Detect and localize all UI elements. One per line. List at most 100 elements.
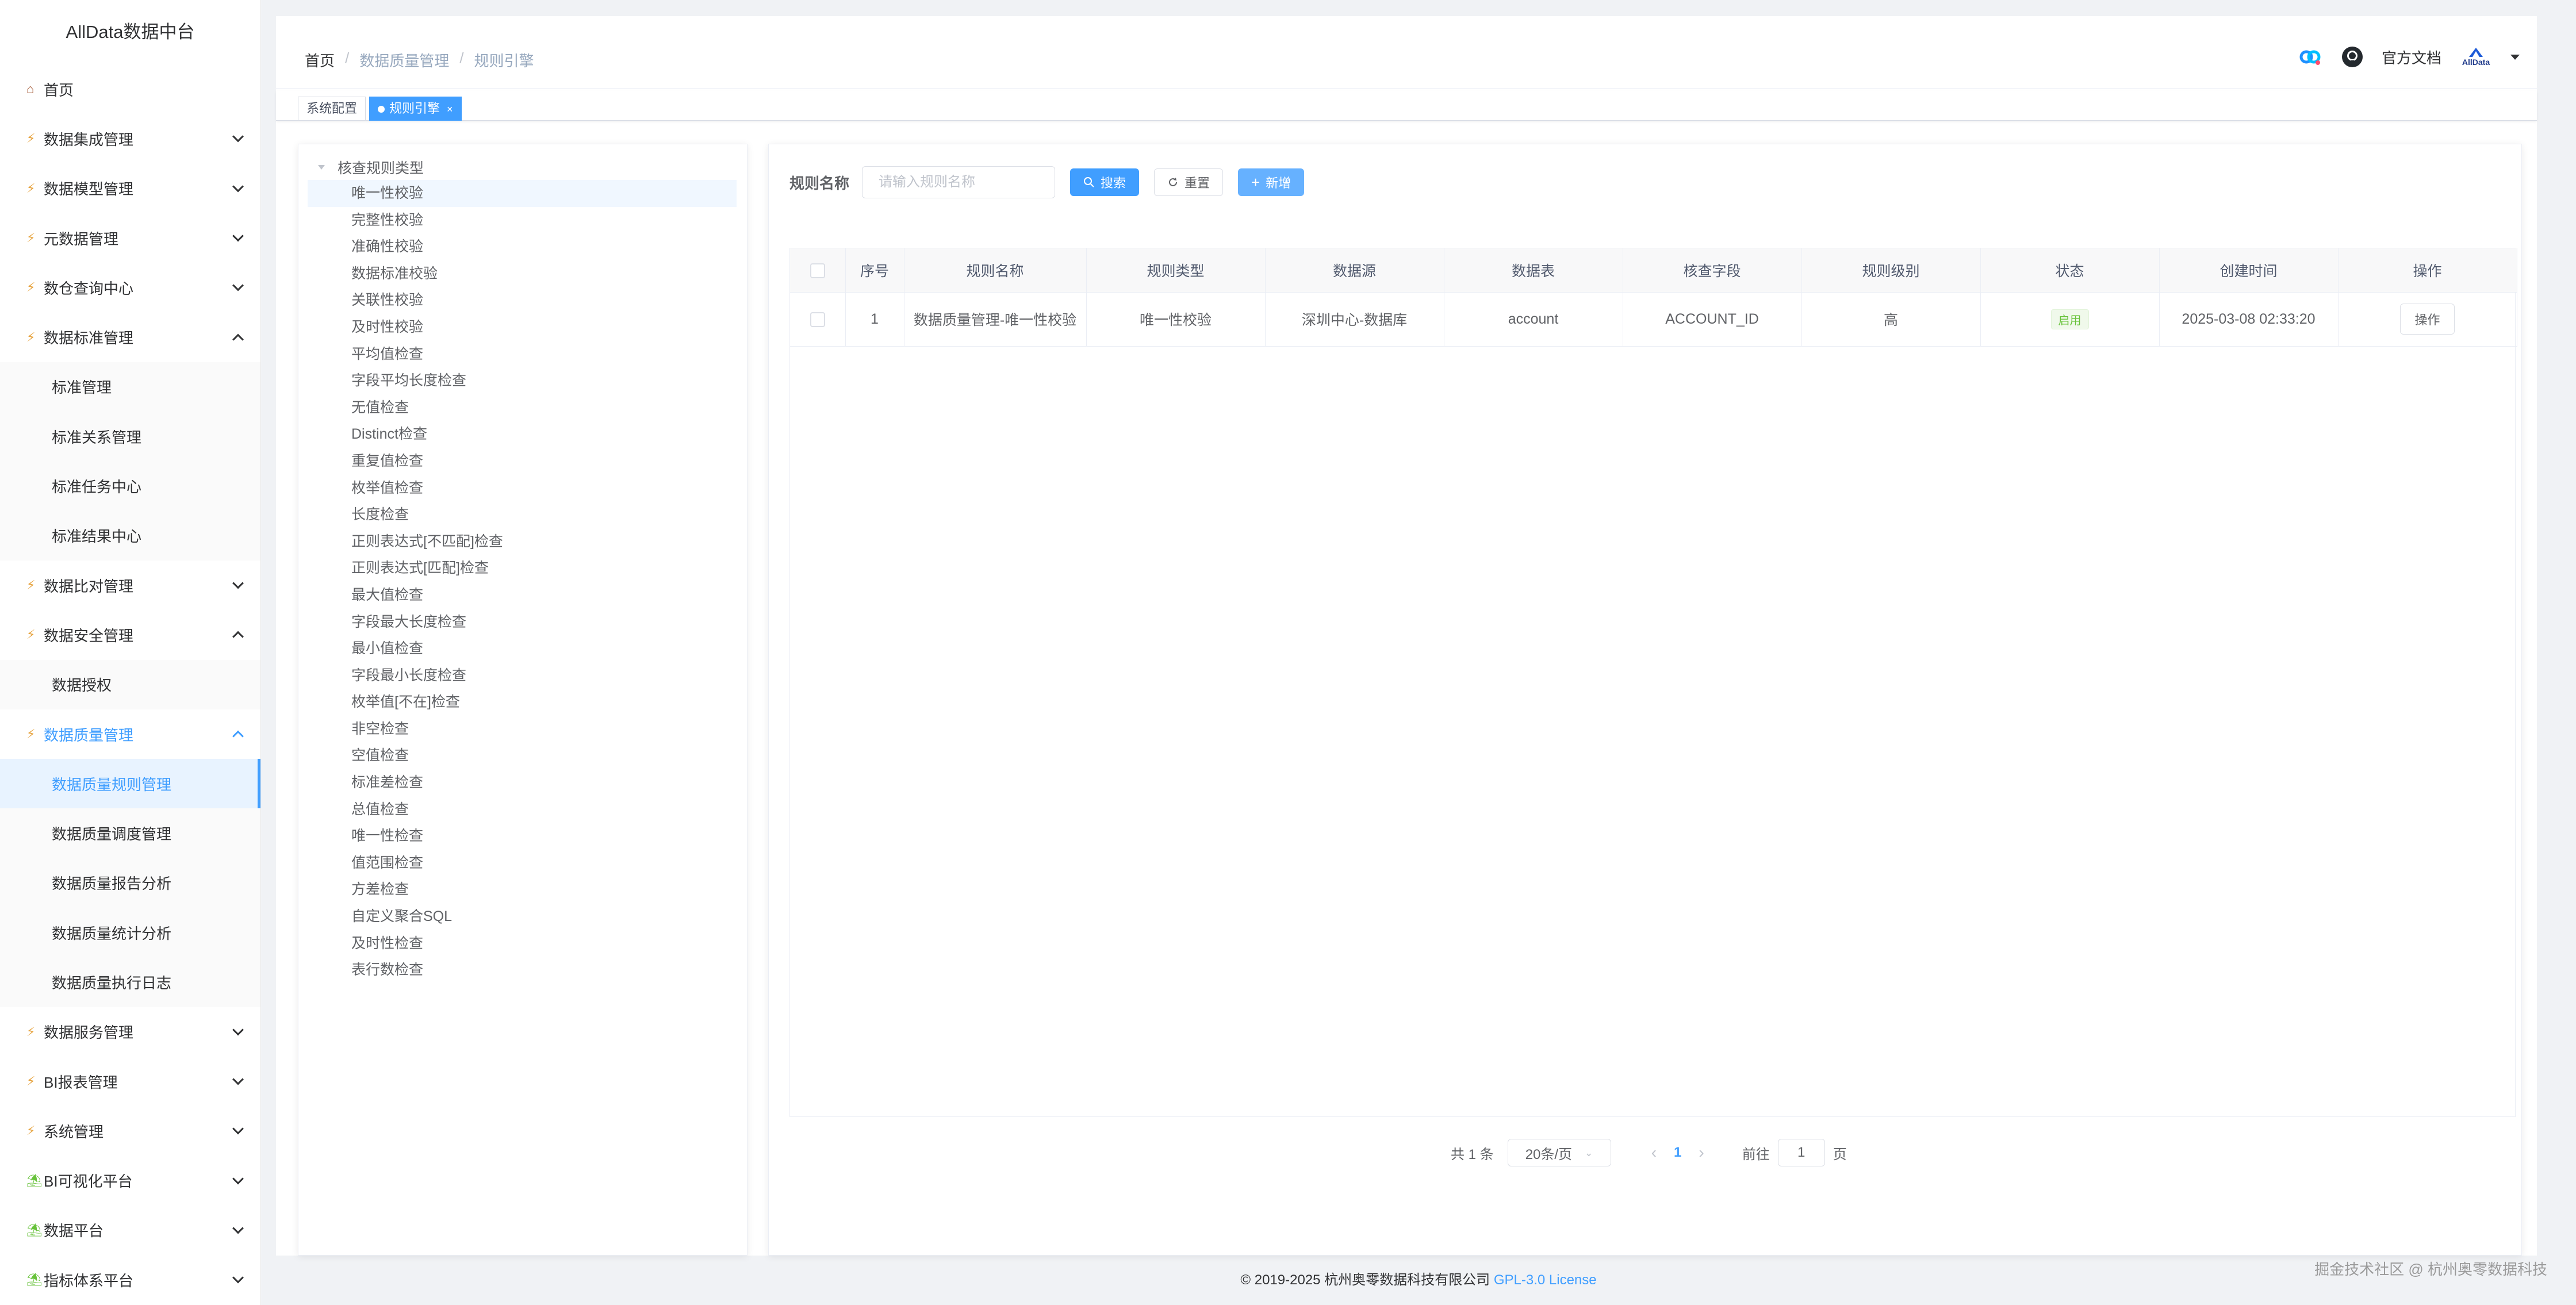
tree-root[interactable]: 核查规则类型	[318, 157, 424, 178]
next-page-icon[interactable]: ›	[1699, 1143, 1704, 1162]
search-button[interactable]: 搜索	[1070, 168, 1140, 196]
docs-link[interactable]: 官方文档	[2382, 47, 2441, 68]
tree-node[interactable]: 枚举值[不在]检查	[308, 689, 737, 716]
sidebar-item[interactable]: ⚡ 数据服务管理	[0, 1007, 260, 1057]
link-icon[interactable]	[2297, 44, 2323, 70]
sidebar-item[interactable]: 标准管理	[0, 362, 260, 412]
select-all-cell	[790, 248, 846, 293]
row-checkbox[interactable]	[810, 312, 825, 327]
sidebar-item[interactable]: ⚡ 数据集成管理	[0, 114, 260, 163]
tree-node[interactable]: 正则表达式[匹配]检查	[308, 555, 737, 582]
sidebar-item[interactable]: 数据授权	[0, 659, 260, 709]
tree-node[interactable]: 关联性校验	[308, 287, 737, 314]
tag-system-config[interactable]: 系统配置	[298, 97, 366, 121]
sidebar-item[interactable]: 标准任务中心	[0, 461, 260, 511]
chevron-up-icon	[232, 730, 244, 742]
sidebar-item[interactable]: ⚡ 数据比对管理	[0, 561, 260, 610]
sidebar-item[interactable]: ⚡ 系统管理	[0, 1106, 260, 1156]
sidebar-menu: ⌂ 首页 ⚡ 数据集成管理 ⚡ 数据模型管理 ⚡ 元数据管理 ⚡ 数仓查询中心 ⚡ 数据标准管理 标准管…	[0, 64, 260, 1304]
tree-node[interactable]: 表行数检查	[308, 957, 737, 984]
sidebar-item[interactable]: ⛱ 数据平台	[0, 1206, 260, 1255]
sidebar-item[interactable]: ⚡ 数据质量管理	[0, 709, 260, 759]
column-header: 创建时间	[2159, 248, 2339, 293]
tree-node[interactable]: 数据标准校验	[308, 260, 737, 287]
tree-node[interactable]: 字段最小长度检查	[308, 662, 737, 689]
tree-node[interactable]: 及时性校验	[308, 314, 737, 341]
tree-node[interactable]: 最小值检查	[308, 635, 737, 662]
chevron-up-icon	[232, 631, 244, 643]
caret-down-icon[interactable]	[2510, 54, 2520, 60]
tree-node[interactable]: 非空检查	[308, 716, 737, 743]
chevron-down-icon	[232, 230, 244, 242]
operate-button[interactable]: 操作	[2400, 304, 2455, 335]
tree-node[interactable]: 方差检查	[308, 876, 737, 903]
sidebar-item[interactable]: ⚡ 元数据管理	[0, 213, 260, 263]
chevron-up-icon	[232, 333, 244, 346]
tree-node[interactable]: 正则表达式[不匹配]检查	[308, 528, 737, 555]
sidebar-item[interactable]: ⚡ 数仓查询中心	[0, 263, 260, 312]
cell-rule-name: 数据质量管理-唯一性校验	[904, 292, 1087, 347]
tree-node[interactable]: 完整性校验	[308, 207, 737, 234]
app-title: AllData数据中台	[66, 22, 195, 42]
sidebar-item-label: 数据质量报告分析	[52, 875, 172, 893]
tree-node[interactable]: Distinct检查	[308, 421, 737, 448]
sidebar-item[interactable]: ⚡ BI报表管理	[0, 1057, 260, 1106]
avatar[interactable]: AllData	[2458, 44, 2494, 70]
license-link[interactable]: GPL-3.0 License	[1494, 1272, 1597, 1288]
prev-page-icon[interactable]: ‹	[1651, 1143, 1657, 1162]
tree-node[interactable]: 重复值检查	[308, 448, 737, 475]
github-icon[interactable]	[2339, 44, 2366, 70]
expand-icon[interactable]	[318, 165, 325, 170]
breadcrumb-quality: 数据质量管理	[359, 52, 450, 70]
page-jump-input[interactable]: 1	[1777, 1139, 1825, 1166]
tree-node[interactable]: 准确性校验	[308, 233, 737, 260]
tree-node[interactable]: 最大值检查	[308, 582, 737, 609]
tree-node[interactable]: 字段平均长度检查	[308, 367, 737, 394]
sidebar-item[interactable]: ⌂ 首页	[0, 64, 260, 114]
tree-node[interactable]: 平均值检查	[308, 341, 737, 368]
tree-node[interactable]: 及时性检查	[308, 930, 737, 957]
sidebar-item[interactable]: 数据质量调度管理	[0, 808, 260, 858]
cell-created-time: 2025-03-08 02:33:20	[2159, 292, 2339, 347]
rule-name-label: 规则名称	[789, 174, 850, 192]
tree-node[interactable]: 枚举值检查	[308, 475, 737, 502]
watermark: 掘金技术社区 @ 杭州奥零数据科技	[2314, 1261, 2547, 1278]
sidebar-item[interactable]: 数据质量统计分析	[0, 908, 260, 958]
tree-node[interactable]: 总值检查	[308, 796, 737, 823]
tree-node[interactable]: 无值检查	[308, 394, 737, 421]
sidebar-item[interactable]: 标准结果中心	[0, 511, 260, 561]
select-all-checkbox[interactable]	[810, 263, 825, 278]
breadcrumb-home[interactable]: 首页	[305, 49, 335, 71]
chevron-down-icon	[232, 1073, 244, 1085]
tag-rule-engine[interactable]: 规则引擎 ×	[369, 97, 462, 121]
page-number-current[interactable]: 1	[1674, 1145, 1681, 1161]
sidebar-item[interactable]: 标准关系管理	[0, 412, 260, 462]
tree-node[interactable]: 字段最大长度检查	[308, 609, 737, 636]
sidebar-item[interactable]: ⛱ 指标体系平台	[0, 1255, 260, 1304]
page-size-select[interactable]: 20条/页 ⌄	[1507, 1139, 1611, 1166]
bolt-icon: ⚡	[26, 1024, 36, 1039]
bolt-icon: ⚡	[26, 231, 36, 245]
tree-node[interactable]: 值范围检查	[308, 850, 737, 877]
sidebar-item[interactable]: 数据质量规则管理	[0, 759, 260, 809]
sidebar-item-label: 数据标准管理	[44, 329, 134, 347]
tree-node[interactable]: 空值检查	[308, 742, 737, 769]
bolt-icon: ⚡	[26, 1123, 36, 1138]
tag-close-icon[interactable]: ×	[447, 103, 453, 115]
sidebar-item[interactable]: 数据质量报告分析	[0, 858, 260, 908]
sidebar-item[interactable]: ⚡ 数据模型管理	[0, 164, 260, 213]
rule-name-input[interactable]	[862, 166, 1056, 198]
bolt-icon: ⚡	[26, 280, 36, 295]
sidebar-item[interactable]: ⚡ 数据安全管理	[0, 610, 260, 659]
sidebar-item[interactable]: ⚡ 数据标准管理	[0, 312, 260, 362]
reset-button[interactable]: 重置	[1154, 168, 1224, 196]
sidebar-item[interactable]: 数据质量执行日志	[0, 957, 260, 1007]
tree-node[interactable]: 标准差检查	[308, 769, 737, 796]
tree-node[interactable]: 唯一性检查	[308, 823, 737, 850]
tree-node[interactable]: 自定义聚合SQL	[308, 903, 737, 930]
sidebar-item[interactable]: ⛱ BI可视化平台	[0, 1156, 260, 1206]
tree-node[interactable]: 长度检查	[308, 501, 737, 528]
add-button[interactable]: + 新增	[1238, 168, 1305, 196]
tree-node[interactable]: 唯一性校验	[308, 180, 737, 207]
platform-icon: ⛱	[26, 1222, 43, 1237]
